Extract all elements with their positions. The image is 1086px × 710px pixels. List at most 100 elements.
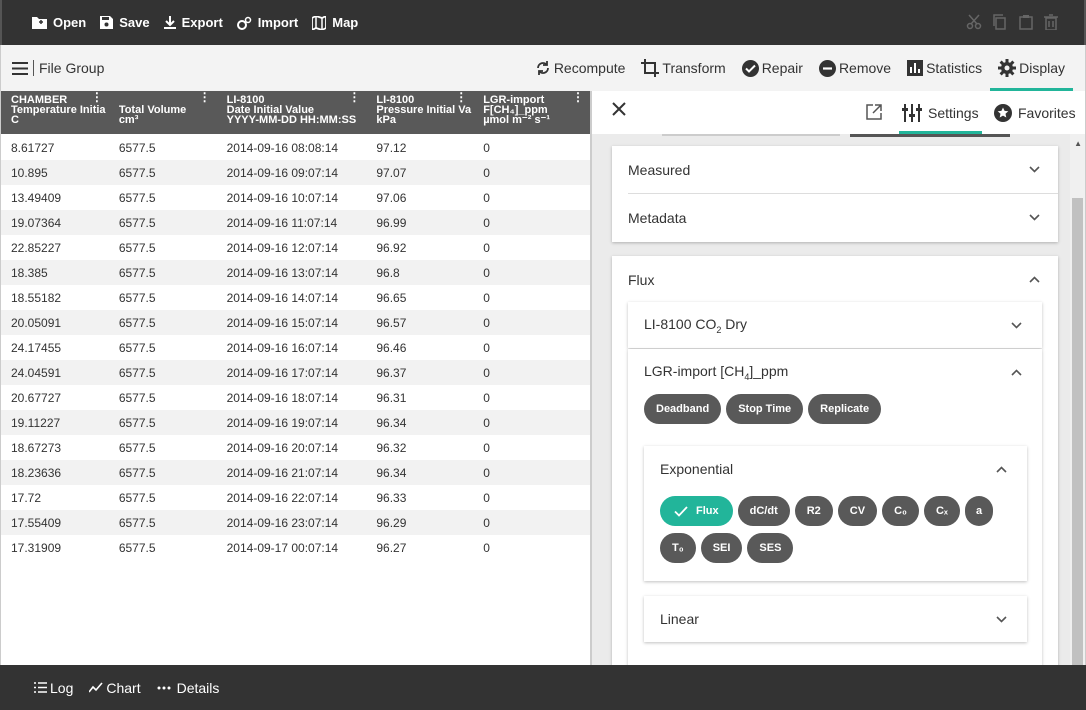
table-row[interactable]: 18.385 6577.5 2014-09-16 13:07:14 96.8 0 [1,260,590,285]
table-row[interactable]: 24.17455 6577.5 2014-09-16 16:07:14 96.46 0 [1,335,590,360]
table-row[interactable]: 10.895 6577.5 2014-09-16 09:07:14 97.07 0 [1,160,590,185]
column-header[interactable]: CHAMBER Temperature Initia C ⋮ [1,91,109,134]
table-cell: 6577.5 [118,240,156,255]
exponential-header[interactable]: Exponential [660,446,1027,492]
chart-button[interactable]: Chart [89,680,141,696]
table-cell: 6577.5 [118,515,156,530]
metadata-section-header[interactable]: Metadata [628,194,1058,242]
table-cell: 6577.5 [118,390,156,405]
table-row[interactable]: 18.23636 6577.5 2014-09-16 21:07:14 96.34 0 [1,460,590,485]
dcdt-toggle[interactable]: dC/dt [737,496,790,526]
table-row[interactable]: 24.04591 6577.5 2014-09-16 17:07:14 96.37 0 [1,360,590,385]
lgr-action-buttons: Deadband Stop Time Replicate [644,394,886,424]
repair-button[interactable]: Repair [734,45,811,91]
column-header-line3: YYYY-MM-DD HH:MM:SS [226,114,357,126]
column-menu-icon[interactable]: ⋮ [348,91,360,103]
sliders-icon [902,103,922,122]
linear-header[interactable]: Linear [660,596,1027,642]
measured-section-header[interactable]: Measured [628,146,1058,194]
hamburger-icon [12,61,28,75]
column-menu-icon[interactable]: ⋮ [572,91,584,103]
tab-settings[interactable]: Settings [899,91,982,134]
a-toggle[interactable]: a [964,496,994,526]
close-icon[interactable] [612,102,626,116]
table-cell: 0 [483,190,490,205]
paste-icon[interactable] [1018,14,1034,30]
export-label: Export [181,15,223,30]
remove-button[interactable]: Remove [811,45,899,91]
li8100-co2-header[interactable]: LI-8100 CO2 Dry [644,302,1042,348]
linear-label: Linear [660,611,699,627]
table-row[interactable]: 22.85227 6577.5 2014-09-16 12:07:14 96.92 0 [1,235,590,260]
grid-header: CHAMBER Temperature Initia C ⋮ Total Vol… [1,91,590,134]
save-button[interactable]: Save [100,15,150,30]
column-menu-icon[interactable]: ⋮ [199,91,211,103]
panel-scrollbar[interactable]: ▲ [1070,134,1085,665]
column-menu-icon[interactable]: ⋮ [91,91,103,103]
replicate-button[interactable]: Replicate [808,394,882,424]
cut-icon[interactable] [966,14,982,30]
stop-time-button[interactable]: Stop Time [726,394,804,424]
menu-button[interactable] [12,61,28,75]
table-row[interactable]: 19.11227 6577.5 2014-09-16 19:07:14 96.34 0 [1,410,590,435]
column-header[interactable]: Total Volume cm³ ⋮ [109,91,217,134]
column-menu-icon[interactable]: ⋮ [455,91,467,103]
open-button[interactable]: Open [32,15,86,30]
export-button[interactable]: Export [163,15,223,30]
line-chart-icon [89,682,103,693]
table-row[interactable]: 17.72 6577.5 2014-09-16 22:07:14 96.33 0 [1,485,590,510]
transform-button[interactable]: Transform [633,45,733,91]
file-group-label: File Group [33,60,104,76]
trash-icon[interactable] [1044,14,1058,30]
log-button[interactable]: Log [34,680,73,696]
metadata-label: Metadata [628,210,687,226]
tab-favorites[interactable]: Favorites [994,91,1076,134]
c0-toggle[interactable]: C₀ [882,496,919,526]
ses-toggle[interactable]: SES [747,533,794,563]
table-row[interactable]: 20.05091 6577.5 2014-09-16 15:07:14 96.57 0 [1,310,590,335]
table-row[interactable]: 17.55409 6577.5 2014-09-16 23:07:14 96.29 0 [1,510,590,535]
table-row[interactable]: 8.61727 6577.5 2014-09-16 08:08:14 97.12 0 [1,135,590,160]
table-row[interactable]: 13.49409 6577.5 2014-09-16 10:07:14 97.06 0 [1,185,590,210]
cv-toggle[interactable]: CV [837,496,878,526]
table-row[interactable]: 19.07364 6577.5 2014-09-16 11:07:14 96.99 0 [1,210,590,235]
save-label: Save [119,15,150,30]
column-header[interactable]: LI-8100 Pressure Initial Va kPa ⋮ [366,91,473,134]
table-cell: 2014-09-16 22:07:14 [226,490,339,505]
column-header[interactable]: LGR-import F[CH₄]_ppm µmol m⁻² s⁻¹ ⋮ [473,91,590,134]
column-header[interactable]: LI-8100 Date Initial Value YYYY-MM-DD HH… [217,91,367,134]
table-row[interactable]: 18.67273 6577.5 2014-09-16 20:07:14 96.32 0 [1,435,590,460]
table-cell: 96.46 [376,340,407,355]
t0-toggle[interactable]: T₀ [660,533,696,563]
details-button[interactable]: Details [157,680,219,696]
table-cell: 2014-09-16 08:08:14 [226,140,339,155]
open-external-icon[interactable] [866,104,882,120]
log-label: Log [50,679,74,696]
table-cell: 96.8 [376,265,400,280]
table-cell: 96.34 [376,465,407,480]
check-circle-icon [741,59,759,77]
scroll-up-arrow-icon[interactable]: ▲ [1074,139,1082,148]
sei-toggle[interactable]: SEI [700,533,743,563]
statistics-label: Statistics [926,60,983,76]
map-button[interactable]: Map [312,15,358,30]
import-button[interactable]: Import [236,15,298,30]
previous-control-underline [850,134,1010,137]
recompute-button[interactable]: Recompute [527,45,634,91]
deadband-button[interactable]: Deadband [644,394,722,424]
scrollbar-thumb[interactable] [1072,198,1083,665]
table-row[interactable]: 18.55182 6577.5 2014-09-16 14:07:14 96.65 0 [1,285,590,310]
flux-toggle[interactable]: Flux [660,496,733,526]
table-cell: 6577.5 [118,340,156,355]
flux-section-header[interactable]: Flux [628,256,1058,304]
r2-toggle[interactable]: R2 [794,496,833,526]
table-row[interactable]: 17.31909 6577.5 2014-09-17 00:07:14 96.27 0 [1,535,590,560]
table-row[interactable]: 20.67727 6577.5 2014-09-16 18:07:14 96.31 0 [1,385,590,410]
cx-toggle[interactable]: Cₓ [923,496,960,526]
statistics-button[interactable]: Statistics [899,45,990,91]
table-cell: 17.55409 [11,515,62,530]
display-button[interactable]: Display [990,45,1073,91]
table-cell: 0 [483,415,490,430]
copy-icon[interactable] [992,14,1008,30]
lgr-ch4-header[interactable]: LGR-import [CH4]_ppm [644,349,1042,395]
